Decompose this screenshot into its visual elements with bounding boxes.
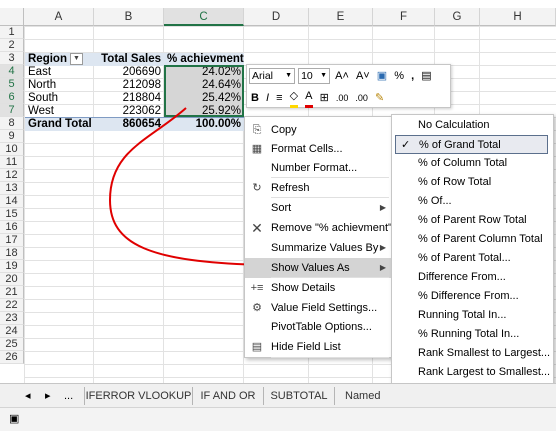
bold-button[interactable]: B	[251, 89, 259, 107]
status-bar: ▣	[0, 407, 556, 431]
font-color-icon[interactable]: A	[305, 87, 313, 108]
submenu-label: % of Row Total	[418, 176, 492, 188]
context-menu-label: Value Field Settings...	[271, 302, 378, 314]
remove-icon: ✕	[251, 220, 263, 236]
borders-icon[interactable]: ⊞	[320, 89, 329, 107]
context-menu-label: Number Format...	[271, 162, 358, 174]
submenu-item[interactable]: Rank Smallest to Largest...	[392, 344, 553, 363]
field-list-icon: ▤	[251, 341, 263, 353]
submenu-label: Rank Smallest to Largest...	[418, 347, 551, 359]
mini-toolbar: Arial ▼ 10 ▼ A˄ A˅ ▣ % , ▤ B I ≡ ◇ A ⊞ .00…	[246, 64, 451, 108]
copy-icon: ⎘	[252, 124, 262, 136]
submenu-label: % of Parent Column Total	[418, 233, 543, 245]
context-menu-item[interactable]: ✕ Remove "% achievment"	[245, 218, 392, 238]
format-table-icon[interactable]: ▤	[421, 67, 431, 85]
macro-record-icon[interactable]: ▣	[9, 412, 19, 425]
context-menu-item[interactable]: ⎘ Copy	[245, 120, 392, 140]
accounting-format-icon[interactable]: ▣	[377, 67, 387, 85]
submenu-item[interactable]: ✓ % of Grand Total	[395, 135, 548, 154]
more-sheets-button[interactable]: ...	[64, 387, 73, 405]
next-sheet-button[interactable]: ▸	[45, 387, 51, 405]
submenu-item[interactable]: % of Column Total	[392, 154, 553, 173]
context-menu-item[interactable]: Number Format...	[245, 158, 392, 178]
refresh-icon: ↻	[252, 182, 262, 194]
context-menu-label: Show Values As	[271, 262, 350, 274]
submenu-label: Difference From...	[418, 271, 506, 283]
fill-color-icon[interactable]: ◇	[289, 87, 299, 108]
percent-button[interactable]: %	[394, 67, 404, 85]
menu-separator	[271, 197, 389, 198]
submenu-item[interactable]: % Running Total In...	[392, 325, 553, 344]
submenu-label: Running Total In...	[418, 309, 507, 321]
sheet-tab-bar: ◂ ▸ ... IFERROR VLOOKUP IF AND OR SUBTOT…	[0, 383, 556, 420]
submenu-label: % Difference From...	[418, 290, 519, 302]
checkmark-icon: ✓	[401, 139, 411, 151]
font-name-box[interactable]: Arial ▼	[249, 68, 295, 85]
submenu-label: % of Column Total	[418, 157, 508, 169]
context-menu-item[interactable]: ⚙ Value Field Settings...	[245, 298, 392, 318]
submenu-item[interactable]: Rank Largest to Smallest...	[392, 363, 553, 382]
show-details-icon: +≡	[250, 282, 264, 294]
submenu-arrow-icon: ▶	[379, 263, 386, 272]
align-center-icon[interactable]: ≡	[276, 89, 282, 107]
context-menu-item[interactable]: ▤ Hide Field List	[245, 337, 392, 357]
decrease-decimal-button[interactable]: .00	[355, 89, 368, 107]
context-menu-label: Sort	[271, 202, 292, 214]
context-menu-label: Remove "% achievment"	[271, 222, 392, 234]
context-menu-item[interactable]: Summarize Values By ▶	[245, 238, 392, 258]
submenu-item[interactable]: % Difference From...	[392, 287, 553, 306]
context-menu: ⎘ Copy ▦ Format Cells... Number Format... ↻ Re…	[244, 116, 393, 358]
comma-button[interactable]: ,	[411, 67, 414, 85]
context-menu-label: Copy	[271, 124, 297, 136]
submenu-item[interactable]: % of Parent Total...	[392, 249, 553, 268]
submenu-label: % of Parent Row Total	[418, 214, 527, 226]
menu-separator	[271, 357, 389, 358]
format-painter-icon[interactable]: ✎	[375, 89, 384, 107]
grow-font-button[interactable]: A˄	[335, 67, 349, 85]
context-menu-label: Summarize Values By	[271, 242, 379, 254]
submenu-label: % Of...	[418, 195, 452, 207]
context-menu-item[interactable]: ▦ Format Cells...	[245, 139, 392, 159]
submenu-item[interactable]: Difference From...	[392, 268, 553, 287]
submenu-label: Rank Largest to Smallest...	[418, 366, 551, 378]
menu-separator	[271, 277, 389, 278]
sheet-tab-if-and-or[interactable]: IF AND OR	[192, 387, 263, 405]
context-menu-item[interactable]: Sort ▶	[245, 198, 392, 218]
sheet-tab-iferror-vlookup[interactable]: IFERROR VLOOKUP	[84, 387, 192, 405]
submenu-arrow-icon: ▶	[379, 203, 386, 212]
submenu-item[interactable]: No Calculation	[392, 116, 553, 135]
sheet-tab-named-ranges[interactable]: Named Ra	[334, 387, 394, 420]
context-menu-label: PivotTable Options...	[271, 321, 372, 333]
submenu-label: % of Grand Total	[419, 139, 501, 151]
menu-separator	[271, 177, 389, 178]
submenu-label: No Calculation	[418, 119, 490, 131]
submenu-item[interactable]: % of Parent Column Total	[392, 230, 553, 249]
italic-button[interactable]: I	[266, 89, 269, 107]
context-menu-item[interactable]: +≡ Show Details	[245, 278, 392, 298]
submenu-item[interactable]: % of Row Total	[392, 173, 553, 192]
submenu-item[interactable]: % Of...	[392, 192, 553, 211]
context-menu-label: Refresh	[271, 182, 310, 194]
context-menu-item[interactable]: PivotTable Options...	[245, 317, 392, 337]
format-cells-icon: ▦	[251, 143, 263, 155]
font-size-box[interactable]: 10 ▼	[298, 68, 331, 85]
shrink-font-button[interactable]: A˅	[356, 67, 370, 85]
context-menu-label: Show Details	[271, 282, 336, 294]
field-settings-icon: ⚙	[252, 302, 262, 314]
prev-sheet-button[interactable]: ◂	[25, 387, 31, 405]
context-menu-label: Hide Field List	[271, 341, 341, 353]
show-values-as-submenu: No Calculation ✓ % of Grand Total % of Colu…	[391, 114, 554, 421]
submenu-item[interactable]: % of Parent Row Total	[392, 211, 553, 230]
context-menu-label: Format Cells...	[271, 143, 343, 155]
sheet-tab-subtotal[interactable]: SUBTOTAL	[263, 387, 334, 405]
submenu-arrow-icon: ▶	[379, 243, 386, 252]
submenu-label: % of Parent Total...	[418, 252, 511, 264]
context-menu-item[interactable]: ↻ Refresh	[245, 178, 392, 198]
context-menu-item[interactable]: Show Values As ▶	[245, 258, 392, 278]
increase-decimal-button[interactable]: .00	[336, 89, 349, 107]
submenu-label: % Running Total In...	[418, 328, 520, 340]
submenu-item[interactable]: Running Total In...	[392, 306, 553, 325]
